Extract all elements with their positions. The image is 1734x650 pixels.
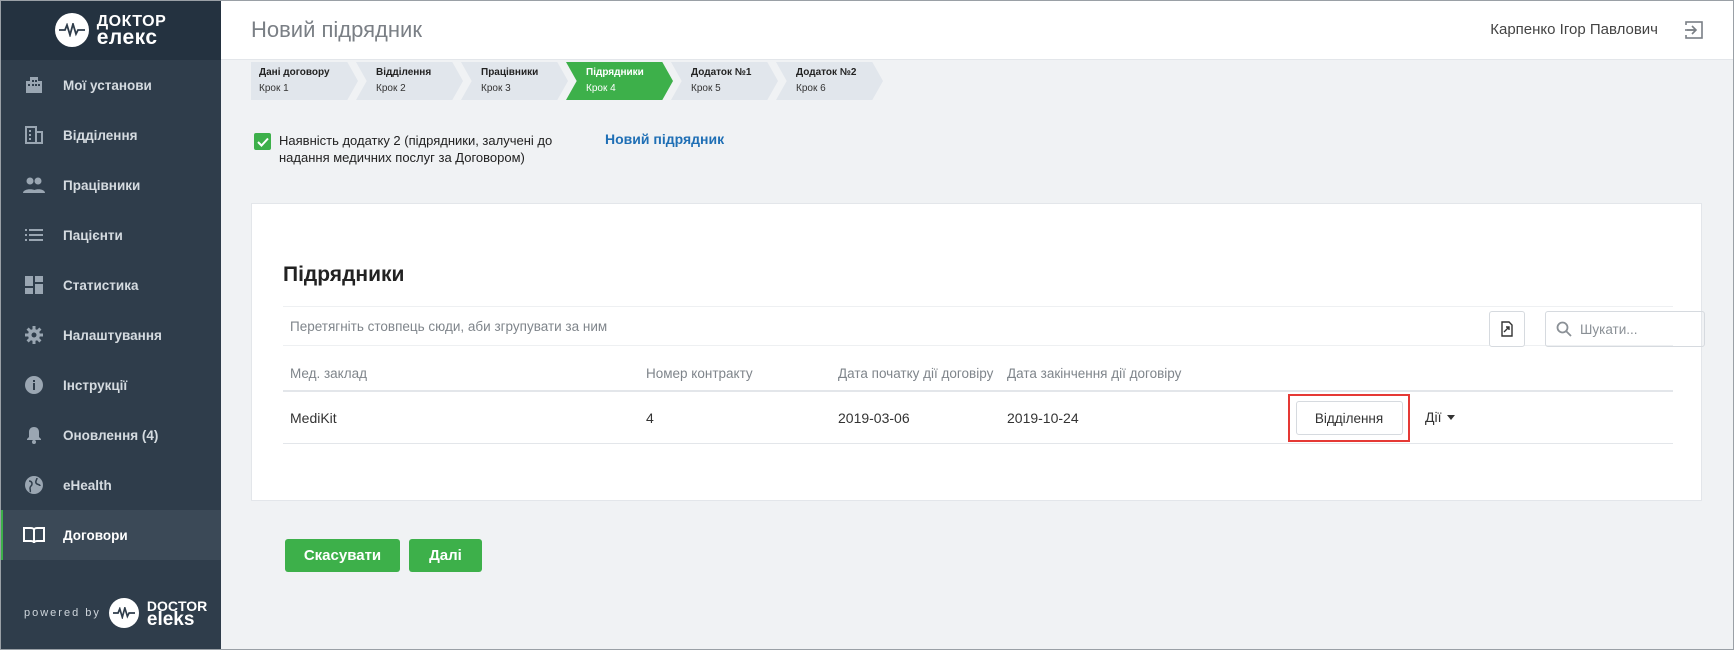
sidebar-item-updates[interactable]: Оновлення (4) (0, 410, 221, 460)
logo-text: ДОКТОР ЕЛЕКС (96, 13, 167, 49)
powered-by: powered by DOCTOR ELEKS (24, 598, 208, 630)
building-icon (23, 74, 45, 96)
step-contract-data[interactable]: Дані договору Крок 1 (251, 62, 358, 100)
actions-label: Дії (1425, 409, 1442, 425)
sidebar-item-label: Оновлення (4) (63, 427, 159, 443)
sidebar: ДОКТОР ЕЛЕКС Мої установи Відділення Пра… (0, 0, 221, 650)
sidebar-item-departments[interactable]: Відділення (0, 110, 221, 160)
group-hint: Перетягніть стовпець сюди, аби згрупуват… (290, 319, 608, 334)
search-input[interactable] (1580, 321, 1690, 337)
step-contractors[interactable]: Підрядники Крок 4 (566, 62, 673, 100)
book-icon (23, 524, 45, 546)
logout-icon[interactable] (1684, 20, 1704, 40)
top-header: Новий підрядник Карпенко Ігор Павлович (221, 0, 1734, 60)
caret-down-icon (1447, 414, 1456, 420)
new-contractor-link[interactable]: Новий підрядник (605, 131, 724, 147)
sidebar-item-label: Працівники (63, 177, 141, 193)
column-header-facility[interactable]: Мед. заклад (290, 366, 367, 381)
search-box[interactable] (1545, 311, 1705, 347)
sidebar-item-label: eHealth (63, 477, 112, 493)
cell-contract-number: 4 (646, 410, 654, 426)
heartbeat-logo-icon (108, 598, 139, 628)
sidebar-item-settings[interactable]: Налаштування (0, 310, 221, 360)
sidebar-item-instructions[interactable]: Інструкції (0, 360, 221, 410)
column-header-end-date[interactable]: Дата закінчення дії договіру (1007, 366, 1181, 381)
bell-icon (23, 424, 45, 446)
sidebar-item-ehealth[interactable]: eHealth (0, 460, 221, 510)
cancel-button[interactable]: Скасувати (285, 539, 400, 572)
sidebar-item-label: Мої установи (63, 77, 152, 93)
sidebar-item-label: Статистика (63, 277, 139, 293)
appendix-checkbox-label: Наявність додатку 2 (підрядники, залучен… (279, 133, 553, 165)
powered-by-text: powered by (24, 607, 101, 619)
sidebar-item-label: Відділення (63, 127, 138, 143)
group-panel[interactable]: Перетягніть стовпець сюди, аби згрупуват… (283, 306, 1705, 347)
sidebar-nav: Мої установи Відділення Працівники Паціє… (0, 60, 221, 560)
export-button[interactable] (1489, 311, 1525, 347)
list-icon (23, 224, 45, 246)
user-name[interactable]: Карпенко Ігор Павлович (1490, 21, 1658, 38)
grid-title: Підрядники (283, 263, 405, 286)
highlight-box: Відділення (1288, 394, 1410, 442)
step-appendix-2[interactable]: Додаток №2 Крок 6 (776, 62, 883, 100)
actions-dropdown[interactable]: Дії (1425, 409, 1456, 425)
sidebar-item-my-institutions[interactable]: Мої установи (0, 60, 221, 110)
appendix-checkbox-row: Наявність додатку 2 (підрядники, залучен… (254, 132, 569, 166)
page-title: Новий підрядник (251, 16, 422, 42)
sidebar-item-statistics[interactable]: Статистика (0, 260, 221, 310)
sidebar-item-label: Пацієнти (63, 227, 123, 243)
sidebar-item-label: Договори (63, 527, 128, 543)
export-icon (1501, 321, 1513, 337)
departments-button[interactable]: Відділення (1295, 401, 1403, 435)
gear-icon (23, 324, 45, 346)
wizard-steps: Дані договору Крок 1 Відділення Крок 2 Пра… (251, 62, 883, 100)
cell-facility: MediKit (290, 410, 337, 426)
column-header-contract-number[interactable]: Номер контракту (646, 366, 753, 381)
sidebar-item-employees[interactable]: Працівники (0, 160, 221, 210)
check-icon (256, 137, 269, 147)
logo[interactable]: ДОКТОР ЕЛЕКС (0, 0, 221, 60)
powered-logo-text: DOCTOR ELEKS (146, 598, 208, 630)
step-employees[interactable]: Працівники Крок 3 (461, 62, 568, 100)
sidebar-item-label: Інструкції (63, 377, 128, 393)
appendix-checkbox[interactable] (254, 133, 271, 150)
dashboard-icon (23, 274, 45, 296)
heartbeat-logo-icon (54, 13, 89, 47)
step-appendix-1[interactable]: Додаток №1 Крок 5 (671, 62, 778, 100)
table-row: MediKit 4 2019-03-06 2019-10-24 Відділен… (283, 392, 1673, 444)
step-departments[interactable]: Відділення Крок 2 (356, 62, 463, 100)
cell-end-date: 2019-10-24 (1007, 410, 1079, 426)
search-icon (1556, 321, 1572, 337)
sidebar-item-label: Налаштування (63, 327, 162, 343)
cell-start-date: 2019-03-06 (838, 410, 910, 426)
sidebar-item-contracts[interactable]: Договори (0, 510, 221, 560)
globe-icon (23, 474, 45, 496)
column-header-start-date[interactable]: Дата початку дії договіру (838, 366, 993, 381)
info-icon (23, 374, 45, 396)
next-button[interactable]: Далі (409, 539, 482, 572)
contractors-card: Підрядники Перетягніть стовпець сюди, аб… (251, 203, 1705, 501)
sidebar-item-patients[interactable]: Пацієнти (0, 210, 221, 260)
people-icon (23, 174, 45, 196)
office-icon (23, 124, 45, 146)
table-header: Мед. заклад Номер контракту Дата початку… (283, 354, 1673, 392)
